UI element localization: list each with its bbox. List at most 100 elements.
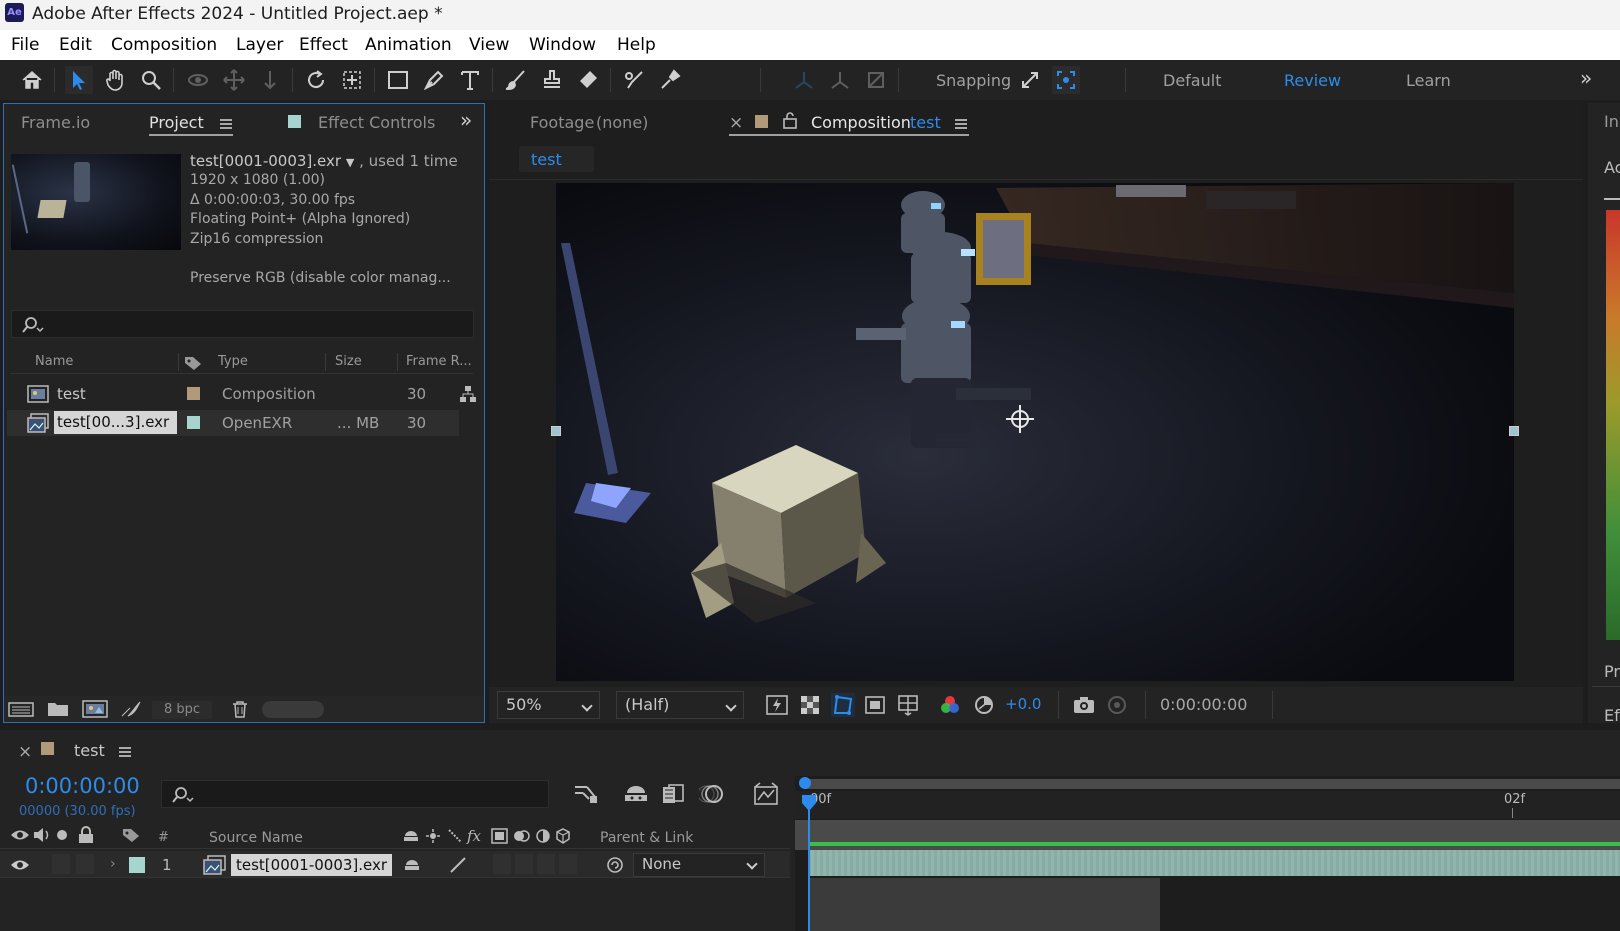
work-area-start-handle[interactable]	[799, 777, 811, 789]
column-frame-rate[interactable]: Frame R...	[406, 354, 472, 369]
layer-label-swatch[interactable]	[129, 857, 145, 873]
menu-view[interactable]: View	[469, 35, 509, 55]
layer-effect-switch[interactable]	[493, 854, 511, 874]
layer-adjustment-switch[interactable]	[559, 854, 577, 874]
tab-frameio[interactable]: Frame.io	[21, 113, 90, 132]
flowchart-icon[interactable]	[459, 385, 477, 403]
dolly-camera-icon[interactable]	[256, 66, 284, 94]
roto-brush-tool-icon[interactable]	[620, 66, 648, 94]
orbit-camera-icon[interactable]	[184, 66, 212, 94]
timeline-panel-menu-icon[interactable]	[119, 747, 131, 757]
layer-source-name[interactable]: test[0001-0003].exr	[231, 854, 393, 876]
snap-edges-icon[interactable]	[1016, 66, 1044, 94]
right-panel-preview-label[interactable]: Pr	[1604, 662, 1620, 681]
clone-stamp-tool-icon[interactable]	[538, 66, 566, 94]
zoom-tool-icon[interactable]	[137, 66, 165, 94]
transparency-grid-icon[interactable]	[799, 694, 821, 716]
selected-item-name[interactable]: test[0001-0003].exr	[190, 152, 341, 170]
menu-window[interactable]: Window	[529, 35, 596, 55]
timeline-tab-name[interactable]: test	[74, 741, 105, 760]
column-name[interactable]: Name	[35, 354, 73, 369]
interpret-footage-icon[interactable]	[8, 700, 34, 718]
column-size[interactable]: Size	[335, 354, 362, 369]
canvas-handle-left[interactable]	[551, 426, 561, 436]
label-tag-icon[interactable]	[184, 356, 202, 371]
menu-composition[interactable]: Composition	[111, 35, 217, 55]
show-snapshot-icon[interactable]	[1106, 694, 1128, 716]
pan-camera-icon[interactable]	[220, 66, 248, 94]
type-tool-icon[interactable]	[456, 66, 484, 94]
comp-breadcrumb[interactable]: test	[519, 146, 594, 172]
anchor-point-tool-icon[interactable]	[338, 66, 366, 94]
label-tag-icon[interactable]	[122, 828, 140, 843]
timeline-search-input[interactable]	[161, 780, 549, 808]
lock-icon[interactable]	[78, 826, 94, 844]
tab-composition[interactable]: Composition	[811, 113, 911, 132]
tab-composition-name[interactable]: test	[910, 113, 941, 132]
project-item-label[interactable]	[187, 387, 200, 400]
snapshot-camera-icon[interactable]	[1072, 695, 1096, 715]
composition-canvas[interactable]	[556, 183, 1514, 681]
fast-previews-icon[interactable]	[765, 694, 789, 716]
adjustment-icon[interactable]	[120, 700, 142, 718]
audio-icon[interactable]	[32, 826, 52, 844]
frame-blending-icon[interactable]	[661, 783, 685, 805]
layer-shy-switch-icon[interactable]	[403, 856, 421, 874]
guides-grid-icon[interactable]	[896, 693, 920, 717]
tab-project[interactable]: Project	[149, 113, 204, 132]
more-workspaces-icon[interactable]: »	[1580, 66, 1592, 90]
thumbnail-size-slider[interactable]	[262, 701, 324, 718]
work-area-bar[interactable]	[805, 779, 1620, 789]
column-parent-link[interactable]: Parent & Link	[600, 830, 693, 846]
panel-overflow-icon[interactable]: »	[460, 108, 472, 132]
layer-solo-toggle[interactable]	[52, 854, 70, 874]
snap-features-icon[interactable]	[1052, 66, 1080, 94]
workspace-review[interactable]: Review	[1284, 71, 1341, 90]
resolution-dropdown[interactable]: (Half)	[616, 691, 744, 719]
tab-footage[interactable]: Footage	[530, 113, 594, 132]
exposure-value[interactable]: +0.0	[1005, 695, 1041, 713]
layer-lock-toggle[interactable]	[76, 854, 94, 874]
project-item-label[interactable]	[187, 416, 200, 429]
graph-editor-icon[interactable]	[753, 782, 779, 806]
project-search-input[interactable]	[11, 310, 474, 338]
hand-tool-icon[interactable]	[101, 66, 129, 94]
menu-animation[interactable]: Animation	[365, 35, 452, 55]
layer-expand-chevron-icon[interactable]: ›	[110, 856, 116, 872]
workspace-learn[interactable]: Learn	[1406, 71, 1451, 90]
home-icon[interactable]	[18, 66, 46, 94]
new-composition-icon[interactable]	[82, 699, 108, 719]
selected-item-dropdown-icon[interactable]: ▼	[346, 156, 354, 169]
menu-file[interactable]: File	[11, 35, 39, 55]
close-timeline-tab-icon[interactable]: ×	[18, 742, 32, 762]
layer-visibility-eye-icon[interactable]	[10, 858, 30, 872]
zoom-dropdown[interactable]: 50%	[497, 691, 600, 719]
menu-edit[interactable]: Edit	[59, 35, 92, 55]
workspace-default[interactable]: Default	[1163, 71, 1221, 90]
column-source-name[interactable]: Source Name	[209, 830, 303, 846]
world-axis-mode-icon[interactable]	[826, 66, 854, 94]
canvas-handle-right[interactable]	[1509, 426, 1519, 436]
menu-help[interactable]: Help	[617, 35, 656, 55]
viewer-timecode[interactable]: 0:00:00:00	[1160, 695, 1247, 714]
layer-quality-switch-icon[interactable]	[449, 856, 467, 874]
eraser-tool-icon[interactable]	[574, 66, 602, 94]
close-composition-tab-icon[interactable]: ×	[729, 113, 743, 133]
solo-icon[interactable]	[56, 829, 68, 841]
selection-tool-icon[interactable]	[65, 66, 93, 94]
reset-exposure-icon[interactable]	[973, 694, 995, 716]
shy-layers-icon[interactable]	[623, 783, 649, 805]
right-panel-effects-label[interactable]: Ef	[1604, 706, 1620, 725]
tab-effect-controls[interactable]: Effect Controls	[318, 113, 435, 132]
timeline-current-time[interactable]: 0:00:00:00	[25, 774, 140, 798]
time-ruler[interactable]	[795, 791, 1620, 819]
new-folder-icon[interactable]	[46, 700, 70, 718]
project-panel-menu-icon[interactable]	[220, 119, 232, 129]
project-item-row[interactable]: test Composition 30	[7, 381, 476, 407]
column-type[interactable]: Type	[218, 354, 248, 369]
layer-parent-dropdown[interactable]: None	[633, 853, 765, 877]
bit-depth-button[interactable]: 8 bpc	[152, 701, 212, 719]
trash-icon[interactable]	[230, 699, 250, 719]
eye-icon[interactable]	[10, 828, 30, 842]
project-item-row[interactable]: test[00...3].exr OpenEXR ... MB 30	[7, 410, 459, 436]
